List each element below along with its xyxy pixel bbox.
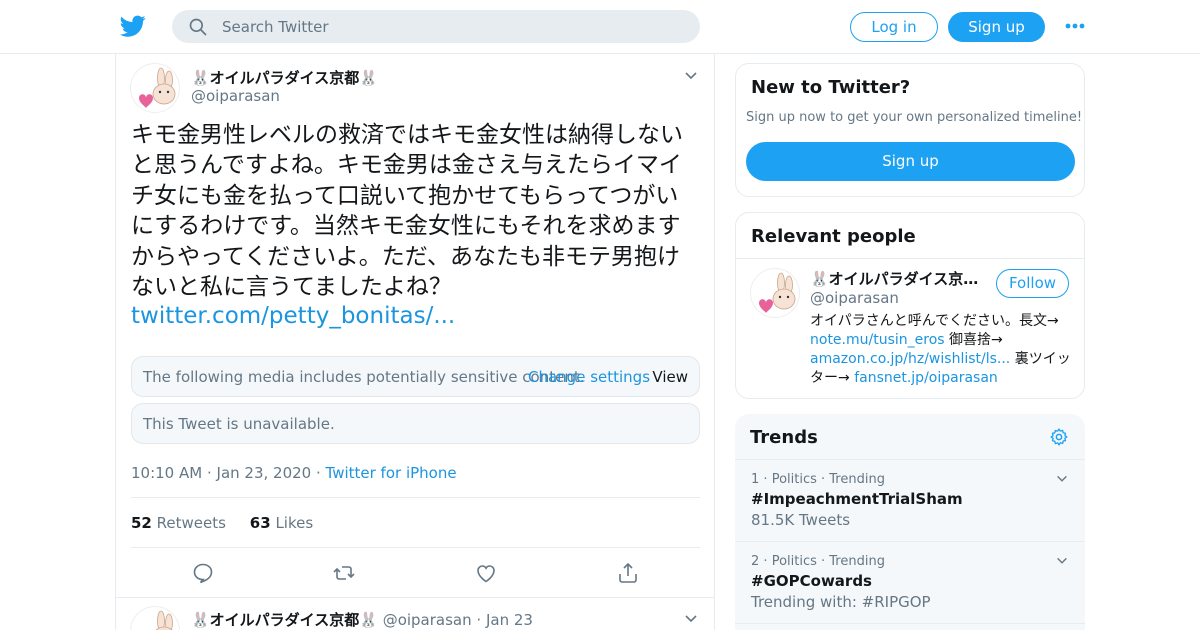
divider: [735, 623, 1085, 624]
bunny-avatar-icon: [759, 272, 796, 313]
follow-button[interactable]: Follow: [996, 269, 1069, 298]
bunny-avatar-icon: [155, 610, 173, 630]
search-box[interactable]: [172, 10, 700, 43]
retweet-icon[interactable]: [332, 561, 356, 585]
more-dots-icon[interactable]: [1064, 18, 1086, 34]
trend-count: Trending with: #RIPGOP: [751, 593, 931, 611]
bio-link-note[interactable]: note.mu/tusin_eros: [810, 332, 945, 348]
next-tweet-date: Jan 23: [485, 611, 533, 629]
change-settings-link[interactable]: Change settings: [528, 368, 650, 386]
view-media-button[interactable]: View: [652, 368, 688, 386]
trend-meta: 2 · Politics · Trending: [751, 554, 885, 569]
trend-meta: 1 · Politics · Trending: [751, 472, 885, 487]
retweets-stat[interactable]: 52 Retweets: [131, 514, 226, 532]
share-icon[interactable]: [616, 561, 640, 585]
chevron-down-icon[interactable]: [1055, 472, 1069, 486]
relevant-people-card: Relevant people 🐰オイルパラダイス京都🐰 @oiparasan …: [735, 212, 1085, 399]
trend-item[interactable]: 1 · Politics · Trending #ImpeachmentTria…: [751, 472, 1071, 529]
top-navigation-bar: Log in Sign up: [0, 0, 1200, 54]
retweets-count: 52: [131, 514, 152, 532]
tweet-timestamp[interactable]: 10:10 AM · Jan 23, 2020 · Twitter for iP…: [131, 464, 457, 482]
likes-count: 63: [249, 514, 271, 532]
trend-topic: #ImpeachmentTrialSham: [751, 490, 963, 508]
retweets-label: Retweets: [156, 514, 226, 532]
tweet-source[interactable]: Twitter for iPhone: [326, 464, 457, 482]
trend-topic: #GOPCowards: [751, 572, 872, 590]
divider: [131, 497, 700, 498]
signup-button[interactable]: Sign up: [948, 12, 1045, 42]
new-to-twitter-subtitle: Sign up now to get your own personalized…: [746, 110, 1083, 125]
person-name[interactable]: 🐰オイルパラダイス京都🐰: [810, 268, 985, 289]
chevron-down-icon[interactable]: [1055, 554, 1069, 568]
likes-stat[interactable]: 63 Likes: [250, 514, 313, 532]
tweet-column: 🐰オイルパラダイス京都🐰 @oiparasan キモ金男性レベルの救済ではキモ金…: [115, 53, 715, 630]
tweet-text: キモ金男性レベルの救済ではキモ金女性は納得しないと思うんですよね。キモ金男は金さ…: [131, 122, 683, 301]
trends-card: Trends 1 · Politics · Trending #Impeachm…: [735, 414, 1085, 630]
bio-text: 御喜捨→: [944, 332, 1003, 348]
avatar[interactable]: [750, 268, 800, 318]
next-tweet-header[interactable]: 🐰オイルパラダイス京都🐰 @oiparasan · Jan 23: [191, 609, 533, 630]
relevant-people-title: Relevant people: [751, 226, 916, 247]
trend-category: Politics: [771, 554, 817, 569]
search-icon: [189, 18, 207, 36]
unavailable-text: This Tweet is unavailable.: [143, 415, 335, 433]
divider: [131, 547, 700, 548]
avatar[interactable]: [130, 606, 180, 630]
bio-link-amazon[interactable]: amazon.co.jp/hz/wishlist/ls...: [810, 351, 1010, 367]
next-tweet-separator: ·: [476, 611, 482, 629]
trend-category: Politics: [771, 472, 817, 487]
tweet-time: 10:10 AM: [131, 464, 203, 482]
tweet-author-name[interactable]: 🐰オイルパラダイス京都🐰: [191, 67, 378, 88]
trends-title: Trends: [750, 427, 818, 448]
person-handle[interactable]: @oiparasan: [810, 289, 899, 307]
search-input[interactable]: [222, 10, 682, 43]
trend-rank: 1: [751, 472, 760, 487]
like-icon[interactable]: [474, 561, 498, 585]
divider: [736, 258, 1084, 259]
sensitive-media-notice: The following media includes potentially…: [131, 356, 700, 397]
chevron-down-icon[interactable]: [683, 68, 699, 84]
trend-status: Trending: [829, 472, 885, 487]
gear-icon[interactable]: [1049, 427, 1069, 447]
bunny-avatar-icon: [139, 67, 176, 108]
new-to-twitter-card: New to Twitter? Sign up now to get your …: [735, 63, 1085, 197]
likes-label: Likes: [275, 514, 314, 532]
chevron-down-icon[interactable]: [683, 611, 699, 627]
person-bio: オイパラさんと呼んでください。長文→ note.mu/tusin_eros 御喜…: [810, 312, 1072, 388]
tweet-stats: 52 Retweets 63 Likes: [131, 514, 313, 532]
trend-status: Trending: [829, 554, 885, 569]
reply-icon[interactable]: [191, 561, 215, 585]
unavailable-tweet-notice: This Tweet is unavailable.: [131, 403, 700, 444]
divider: [735, 541, 1085, 542]
trend-rank: 2: [751, 554, 760, 569]
sidebar-signup-button[interactable]: Sign up: [746, 142, 1075, 181]
new-to-twitter-title: New to Twitter?: [751, 77, 911, 98]
tweet-link[interactable]: twitter.com/petty_bonitas/...: [131, 303, 455, 329]
avatar[interactable]: [130, 63, 180, 113]
bio-text: オイパラさんと呼んでください。長文→: [810, 313, 1059, 329]
tweet-date: Jan 23, 2020: [216, 464, 312, 482]
media-notice-text: The following media includes potentially…: [143, 368, 585, 386]
trend-count: 81.5K Tweets: [751, 511, 851, 529]
bio-link-fansnet[interactable]: fansnet.jp/oiparasan: [854, 370, 998, 386]
twitter-bird-icon[interactable]: [119, 13, 147, 39]
trend-item[interactable]: 2 · Politics · Trending #GOPCowards Tren…: [751, 554, 1071, 611]
divider: [735, 459, 1085, 460]
next-tweet-author-name: 🐰オイルパラダイス京都🐰: [191, 611, 378, 629]
next-tweet-author-handle: @oiparasan: [382, 611, 472, 629]
login-button[interactable]: Log in: [850, 12, 938, 42]
divider: [116, 597, 715, 598]
tweet-author-handle[interactable]: @oiparasan: [191, 87, 280, 105]
